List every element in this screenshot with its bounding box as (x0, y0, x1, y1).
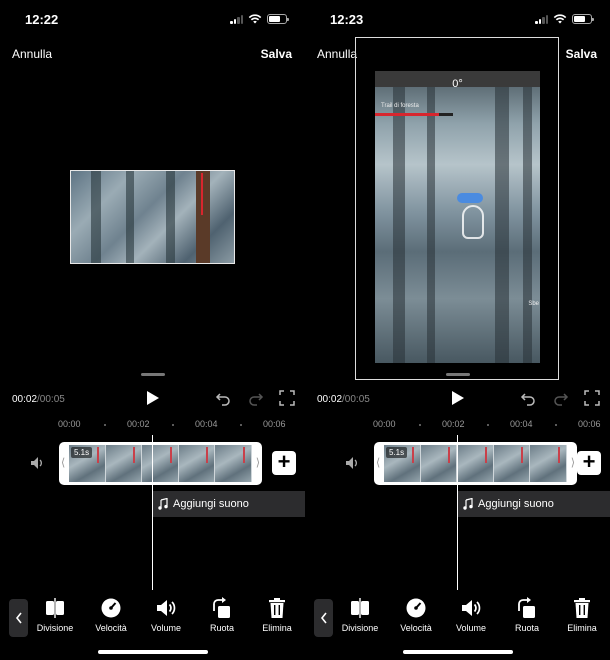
tool-rotate[interactable]: Ruota (197, 597, 247, 633)
speed-icon (406, 598, 426, 618)
fullscreen-icon[interactable] (584, 390, 600, 406)
chevron-left-icon[interactable]: ⟨ (61, 456, 65, 469)
undo-icon[interactable] (215, 390, 231, 406)
signal-icon (535, 14, 548, 24)
wifi-icon (248, 14, 262, 24)
battery-icon (267, 13, 289, 24)
editor-screen-2: 12:23 Annulla Salva Trail di foresta Sbe… (305, 0, 610, 660)
rotation-angle: 0° (452, 78, 463, 90)
tool-split[interactable]: Divisione (335, 597, 385, 633)
music-note-icon (463, 498, 473, 510)
chevron-left-icon[interactable]: ⟨ (376, 456, 380, 469)
rotate-icon (518, 597, 535, 618)
clip-strip[interactable]: ⟨ 5.1s ⟩ (59, 442, 262, 485)
ruler-tick: 00:02 (442, 419, 465, 429)
ruler-tick: 00:06 (263, 419, 286, 429)
trash-icon (574, 598, 590, 618)
speaker-icon[interactable] (29, 455, 45, 471)
video-frame (70, 170, 235, 264)
status-icons (230, 13, 289, 24)
cancel-button[interactable]: Annulla (317, 47, 357, 61)
redo-icon[interactable] (553, 390, 569, 406)
add-sound-button[interactable]: Aggiungi suono (458, 491, 610, 517)
time-display: 00:02/00:05 (317, 394, 370, 405)
trash-icon (269, 598, 285, 618)
chevron-right-icon[interactable]: ⟩ (256, 456, 260, 469)
add-sound-label: Aggiungi suono (173, 498, 249, 510)
undo-icon[interactable] (520, 390, 536, 406)
add-sound-label: Aggiungi suono (478, 498, 554, 510)
ruler-tick: 00:00 (58, 419, 81, 429)
clip-duration: 5.1s (386, 447, 408, 458)
split-icon (351, 598, 369, 618)
play-button[interactable] (146, 390, 160, 406)
play-button[interactable] (451, 390, 465, 406)
back-button[interactable] (314, 599, 333, 637)
tool-volume[interactable]: Volume (141, 597, 191, 633)
clip-duration: 5.1s (71, 447, 93, 458)
add-sound-button[interactable]: Aggiungi suono (153, 491, 305, 517)
tool-speed[interactable]: Velocità (391, 597, 441, 633)
redo-icon[interactable] (248, 390, 264, 406)
time-display: 00:02/00:05 (12, 394, 65, 405)
signal-icon (230, 14, 243, 24)
status-icons (535, 13, 594, 24)
add-clip-button[interactable]: + (272, 451, 296, 475)
save-button[interactable]: Salva (261, 47, 292, 61)
status-time: 12:22 (25, 12, 59, 27)
editor-screen-1: 12:22 Annulla Salva 00:02/00:05 00:00 00… (0, 0, 305, 660)
ruler-tick: 00:06 (578, 419, 601, 429)
tool-split[interactable]: Divisione (30, 597, 80, 633)
home-indicator (403, 650, 513, 654)
speed-icon (101, 598, 121, 618)
fullscreen-icon[interactable] (279, 390, 295, 406)
wifi-icon (553, 14, 567, 24)
home-indicator (98, 650, 208, 654)
back-button[interactable] (9, 599, 28, 637)
status-time: 12:23 (330, 12, 364, 27)
tool-delete[interactable]: Elimina (557, 597, 607, 633)
chevron-right-icon[interactable]: ⟩ (571, 456, 575, 469)
drag-handle[interactable] (141, 373, 165, 376)
cancel-button[interactable]: Annulla (12, 47, 52, 61)
split-icon (46, 598, 64, 618)
ruler-tick: 00:04 (510, 419, 533, 429)
drag-handle[interactable] (446, 373, 470, 376)
music-note-icon (158, 498, 168, 510)
volume-icon (157, 600, 176, 616)
ruler-tick: 00:02 (127, 419, 150, 429)
save-button[interactable]: Salva (566, 47, 597, 61)
battery-icon (572, 13, 594, 24)
rotate-icon (213, 597, 230, 618)
playhead[interactable] (457, 435, 458, 590)
tool-volume[interactable]: Volume (446, 597, 496, 633)
tool-delete[interactable]: Elimina (252, 597, 302, 633)
tool-speed[interactable]: Velocità (86, 597, 136, 633)
tool-rotate[interactable]: Ruota (502, 597, 552, 633)
ruler-tick: 00:04 (195, 419, 218, 429)
ruler-tick: 00:00 (373, 419, 396, 429)
speaker-icon[interactable] (344, 455, 360, 471)
playhead[interactable] (152, 435, 153, 590)
volume-icon (462, 600, 481, 616)
chevron-left-icon (320, 612, 327, 624)
clip-strip[interactable]: ⟨ 5.1s ⟩ (374, 442, 577, 485)
chevron-left-icon (15, 612, 22, 624)
add-clip-button[interactable]: + (577, 451, 601, 475)
